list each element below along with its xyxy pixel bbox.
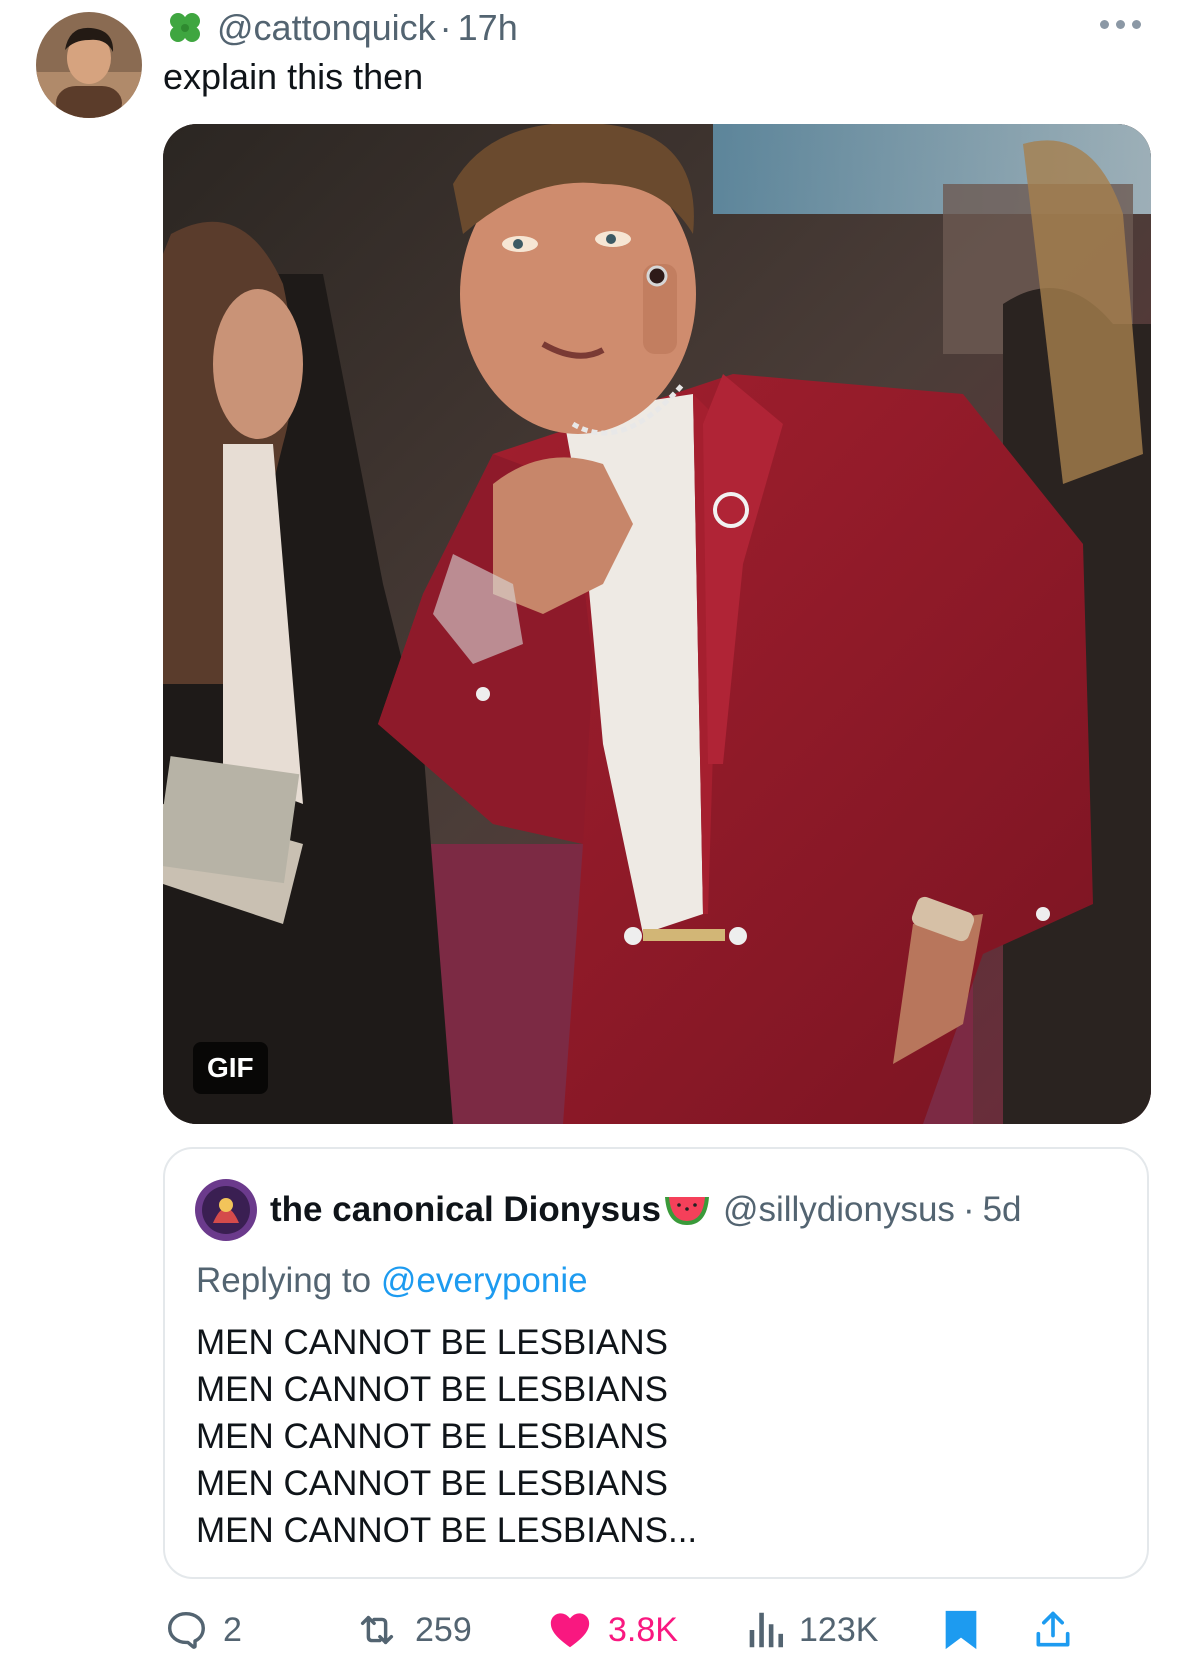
quoted-tweet-text: MEN CANNOT BE LESBIANS MEN CANNOT BE LES… [196, 1319, 697, 1554]
quoted-author-name[interactable]: the canonical Dionysus [270, 1190, 661, 1230]
share-icon [1036, 1611, 1070, 1647]
tweet-text: explain this then [163, 56, 424, 97]
retweet-count: 259 [415, 1610, 472, 1649]
retweet-icon [360, 1615, 394, 1645]
quoted-text-line: MEN CANNOT BE LESBIANS [196, 1370, 668, 1409]
like-count: 3.8K [608, 1610, 678, 1649]
reply-button[interactable]: 2 [163, 1600, 242, 1660]
gif-frame-image [163, 124, 1151, 1124]
reply-count: 2 [223, 1610, 242, 1649]
like-button[interactable]: 3.8K [546, 1600, 678, 1660]
quoted-text-line: MEN CANNOT BE LESBIANS... [196, 1511, 698, 1550]
quoted-text-line: MEN CANNOT BE LESBIANS [196, 1323, 668, 1362]
quoted-text-line: MEN CANNOT BE LESBIANS [196, 1417, 668, 1456]
tweet-time[interactable]: 17h [458, 7, 518, 49]
heart-filled-icon [550, 1613, 590, 1648]
dot-separator: · [962, 1190, 975, 1229]
author-avatar[interactable] [36, 12, 142, 118]
views-button[interactable]: 123K [745, 1600, 878, 1660]
action-bar: 2 259 3.8K 123K [163, 1600, 1151, 1660]
author-handle[interactable]: @cattonquick [217, 7, 436, 49]
watermelon-emoji-icon [664, 1197, 709, 1225]
quoted-author-handle[interactable]: @sillydionysus [723, 1190, 955, 1230]
more-options-icon[interactable] [1100, 20, 1141, 29]
clover-emoji-icon [170, 13, 200, 42]
reply-icon [167, 1611, 205, 1649]
views-count: 123K [799, 1610, 879, 1649]
quoted-tweet[interactable]: the canonical Dionysus @sillydionysus · … [163, 1147, 1149, 1579]
gif-badge: GIF [193, 1042, 268, 1094]
replying-to-mention[interactable]: @everyponie [381, 1261, 588, 1300]
tweet-media-gif[interactable]: GIF [163, 124, 1151, 1124]
views-chart-icon [749, 1612, 784, 1648]
replying-to-line: Replying to @everyponie [196, 1261, 588, 1301]
dot-separator: · [439, 7, 452, 48]
quoted-author-avatar[interactable] [195, 1179, 257, 1241]
share-button[interactable] [1031, 1600, 1075, 1660]
replying-to-label: Replying to [196, 1261, 372, 1300]
quoted-header: the canonical Dionysus @sillydionysus · … [270, 1187, 1022, 1233]
retweet-button[interactable]: 259 [353, 1600, 472, 1660]
bookmark-filled-icon [945, 1610, 977, 1650]
quoted-text-line: MEN CANNOT BE LESBIANS [196, 1464, 668, 1503]
bookmark-button[interactable] [941, 1600, 981, 1660]
quoted-tweet-time[interactable]: 5d [983, 1190, 1022, 1230]
tweet-header: @cattonquick · 17h [165, 6, 518, 50]
